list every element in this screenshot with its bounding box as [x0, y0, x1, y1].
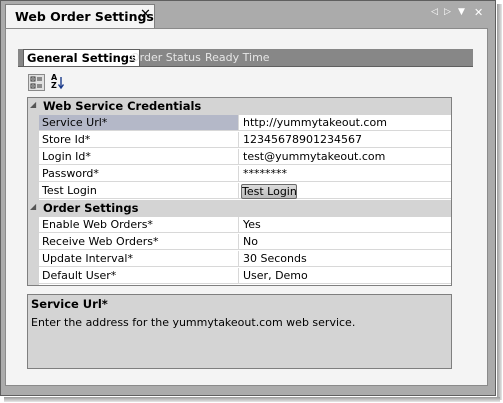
category-title: Web Service Credentials: [43, 99, 202, 113]
property-row-update-interval[interactable]: Update Interval* 30 Seconds: [28, 251, 451, 268]
tab-order-status[interactable]: Order Status: [131, 50, 201, 66]
close-icon[interactable]: ✕: [474, 6, 483, 19]
property-name[interactable]: Service Url*: [39, 115, 239, 131]
category-web-service-credentials[interactable]: ◢ Web Service Credentials: [28, 98, 451, 115]
category-title: Order Settings: [43, 201, 139, 215]
row-gutter: [28, 149, 39, 166]
help-description: Enter the address for the yummytakeout.c…: [31, 316, 356, 329]
property-row-service-url[interactable]: Service Url* http://yummytakeout.com: [28, 115, 451, 132]
row-gutter: [28, 217, 39, 234]
property-name[interactable]: Test Login: [39, 183, 239, 199]
property-value[interactable]: User, Demo: [239, 268, 451, 284]
property-grid: ◢ Web Service Credentials Service Url* h…: [27, 97, 452, 286]
dropdown-icon[interactable]: ▼: [458, 7, 465, 17]
row-gutter: [28, 234, 39, 251]
property-row-enable-web-orders[interactable]: Enable Web Orders* Yes: [28, 217, 451, 234]
categorized-view-icon: [30, 76, 42, 89]
property-value[interactable]: 12345678901234567: [239, 132, 451, 148]
row-gutter: [28, 166, 39, 183]
property-name[interactable]: Login Id*: [39, 149, 239, 165]
row-gutter: [28, 183, 39, 200]
row-gutter: [28, 251, 39, 268]
window-controls: ◁ ▷ ▼ ✕: [429, 6, 495, 22]
row-gutter: [28, 132, 39, 149]
property-value[interactable]: test@yummytakeout.com: [239, 149, 451, 165]
property-row-receive-web-orders[interactable]: Receive Web Orders* No: [28, 234, 451, 251]
row-gutter: [28, 115, 39, 132]
close-tab-icon[interactable]: ✕: [140, 7, 151, 22]
property-value[interactable]: 30 Seconds: [239, 251, 451, 267]
property-row-store-id[interactable]: Store Id* 12345678901234567: [28, 132, 451, 149]
property-row-test-login[interactable]: Test Login Test Login: [28, 183, 451, 200]
property-name[interactable]: Enable Web Orders*: [39, 217, 239, 233]
property-row-password[interactable]: Password* ********: [28, 166, 451, 183]
property-value[interactable]: No: [239, 234, 451, 250]
settings-tabstrip: General Settings Order Status Ready Time: [18, 49, 473, 67]
categorized-view-button[interactable]: [28, 74, 45, 91]
help-panel: Service Url* Enter the address for the y…: [27, 294, 452, 369]
property-name[interactable]: Update Interval*: [39, 251, 239, 267]
test-login-button[interactable]: Test Login: [241, 184, 297, 199]
window-shadow-bottom: [4, 397, 500, 402]
property-value[interactable]: ********: [239, 166, 451, 182]
property-name[interactable]: Store Id*: [39, 132, 239, 148]
property-row-default-user[interactable]: Default User* User, Demo: [28, 268, 451, 285]
help-title: Service Url*: [31, 297, 108, 311]
property-name[interactable]: Default User*: [39, 268, 239, 284]
collapse-icon[interactable]: ◢: [30, 202, 36, 211]
property-name[interactable]: Password*: [39, 166, 239, 182]
alphabetical-sort-button[interactable]: A Z: [49, 73, 66, 91]
row-gutter: [28, 268, 39, 285]
category-order-settings[interactable]: ◢ Order Settings: [28, 200, 451, 217]
tab-ready-time[interactable]: Ready Time: [205, 50, 270, 66]
property-row-login-id[interactable]: Login Id* test@yummytakeout.com: [28, 149, 451, 166]
collapse-icon[interactable]: ◢: [30, 100, 36, 109]
document-tab-title: Web Order Settings: [15, 9, 154, 24]
property-value[interactable]: Yes: [239, 217, 451, 233]
property-name[interactable]: Receive Web Orders*: [39, 234, 239, 250]
alphabetical-sort-icon: [57, 77, 65, 90]
scroll-right-icon[interactable]: ▷: [444, 7, 451, 17]
document-tab[interactable]: Web Order Settings ✕: [5, 4, 155, 29]
tab-general-settings[interactable]: General Settings: [23, 49, 140, 66]
property-value[interactable]: http://yummytakeout.com: [239, 115, 451, 131]
scroll-left-icon[interactable]: ◁: [431, 7, 438, 17]
window-shadow-right: [497, 4, 502, 400]
